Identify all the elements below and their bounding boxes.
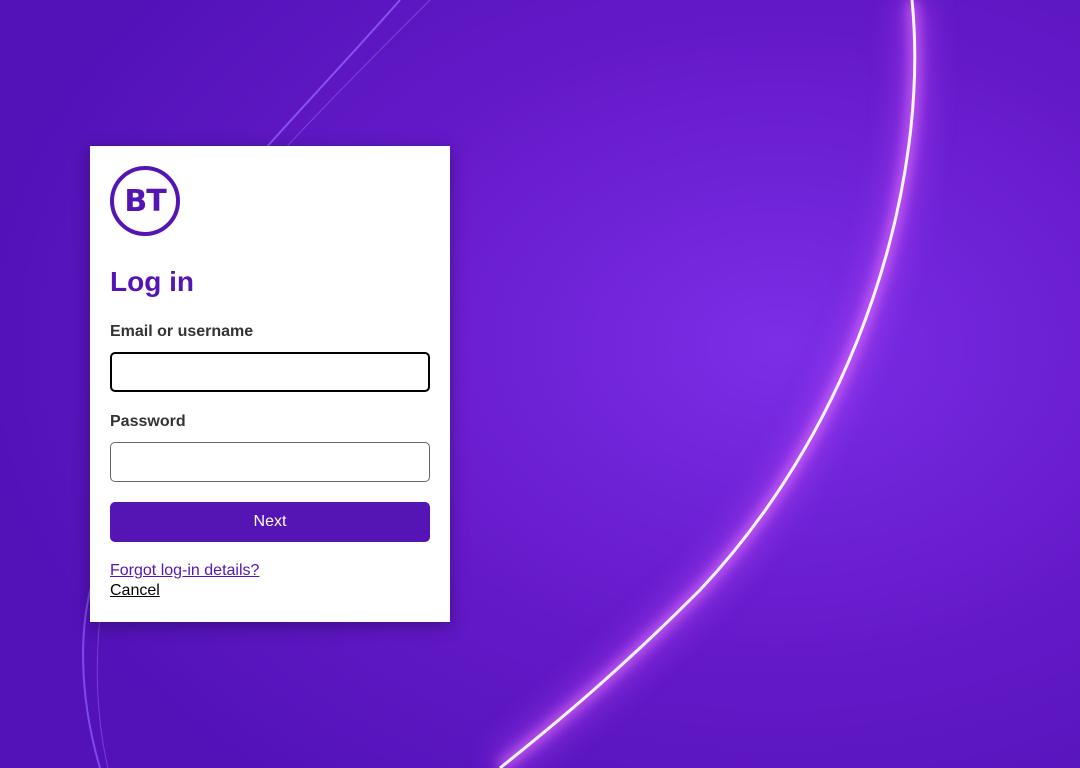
cancel-link[interactable]: Cancel bbox=[110, 582, 160, 600]
bt-logo: BT bbox=[110, 166, 180, 236]
email-field[interactable] bbox=[110, 352, 430, 392]
login-card: BT Log in Email or username Password Nex… bbox=[90, 146, 450, 622]
password-field[interactable] bbox=[110, 442, 430, 482]
page-title: Log in bbox=[110, 266, 194, 297]
logo-text: BT bbox=[124, 183, 166, 219]
next-button[interactable]: Next bbox=[110, 502, 430, 542]
forgot-login-link[interactable]: Forgot log-in details? bbox=[110, 562, 259, 580]
password-label: Password bbox=[110, 413, 186, 430]
email-label: Email or username bbox=[110, 323, 254, 340]
